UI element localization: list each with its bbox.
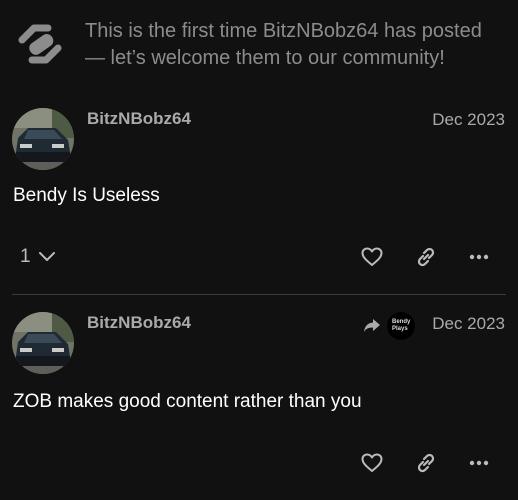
more-icon [469,254,489,260]
handshake-icon [14,18,66,70]
chevron-down-icon [38,252,55,261]
avatar[interactable] [12,108,74,170]
more-options-button[interactable] [464,448,494,478]
copy-link-button[interactable] [411,448,441,478]
post-date[interactable]: Dec 2023 [432,110,505,130]
reply-to-indicator[interactable]: Bendy Plays [363,312,415,340]
first-post-notice: This is the first time BitzNBobz64 has p… [0,0,518,92]
reply-to-avatar: Bendy Plays [387,312,415,340]
heart-icon [361,453,383,472]
more-icon [469,460,489,466]
show-replies-button[interactable]: 1 [20,242,55,272]
post-divider [12,294,506,295]
link-icon [417,453,435,473]
more-options-button[interactable] [464,242,494,272]
copy-link-button[interactable] [411,242,441,272]
post-author-username[interactable]: BitzNBobz64 [87,109,191,129]
reply-arrow-icon [364,319,380,332]
post: BitzNBobz64 Bendy Plays Dec 2023 ZOB mak… [0,306,518,500]
like-button[interactable] [357,448,387,478]
link-icon [417,247,435,267]
post-actions: 1 [0,242,518,272]
like-button[interactable] [357,242,387,272]
post-actions [0,448,518,478]
reply-count: 1 [20,246,31,267]
first-post-notice-text: This is the first time BitzNBobz64 has p… [85,20,482,69]
reply-avatar-text: Plays [392,326,408,332]
reply-avatar-text: Bendy [392,319,411,325]
avatar[interactable] [12,312,74,374]
post-author-username[interactable]: BitzNBobz64 [87,313,191,333]
heart-icon [361,247,383,266]
post-date[interactable]: Dec 2023 [432,314,505,334]
post: BitzNBobz64 Dec 2023 Bendy Is Useless 1 [0,102,518,295]
post-body: ZOB makes good content rather than you [13,391,362,412]
post-body: Bendy Is Useless [13,185,160,206]
